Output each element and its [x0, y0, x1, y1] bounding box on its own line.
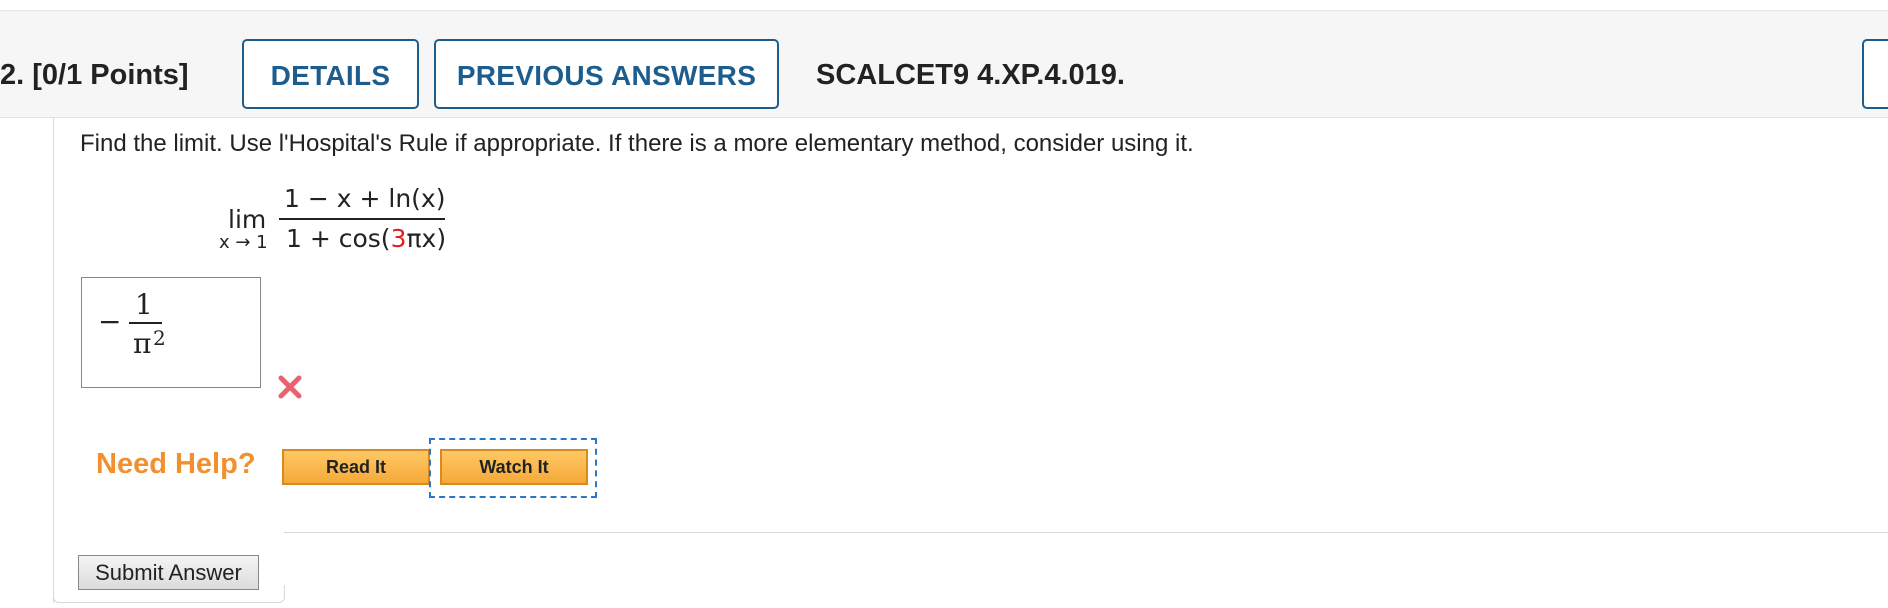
limit-numerator: 1 − x + ln(x): [284, 184, 446, 213]
denominator-suffix: πx): [406, 224, 447, 253]
question-number: 2. [0/1 Points]: [0, 59, 189, 91]
details-button[interactable]: DETAILS: [242, 39, 419, 109]
incorrect-x-icon: [278, 375, 302, 399]
answer-sign: −: [98, 305, 122, 338]
question-header: 2. [0/1 Points] DETAILS PREVIOUS ANSWERS…: [0, 11, 1888, 118]
answer-numerator: 1: [135, 288, 153, 321]
limit-subscript: x → 1: [219, 232, 268, 253]
answer-exponent: 2: [153, 326, 166, 350]
header-right-button[interactable]: [1862, 39, 1888, 109]
need-help-label: Need Help?: [96, 448, 256, 480]
question-instruction: Find the limit. Use l'Hospital's Rule if…: [80, 130, 1194, 157]
limit-word: lim: [228, 205, 267, 234]
fraction-bar: [279, 218, 445, 220]
answer-fraction-bar: [129, 322, 162, 324]
answer-denominator: π: [133, 327, 152, 360]
section-divider: [284, 532, 1888, 533]
limit-denominator: 1 + cos(3πx): [286, 224, 446, 253]
question-reference: SCALCET9 4.XP.4.019.: [816, 59, 1125, 91]
read-it-button[interactable]: Read It: [282, 449, 430, 485]
denominator-highlight: 3: [390, 224, 407, 253]
watch-it-button[interactable]: Watch It: [440, 449, 588, 485]
submit-answer-button[interactable]: Submit Answer: [78, 555, 259, 590]
denominator-prefix: 1 + cos(: [286, 224, 391, 253]
previous-answers-button[interactable]: PREVIOUS ANSWERS: [434, 39, 779, 109]
